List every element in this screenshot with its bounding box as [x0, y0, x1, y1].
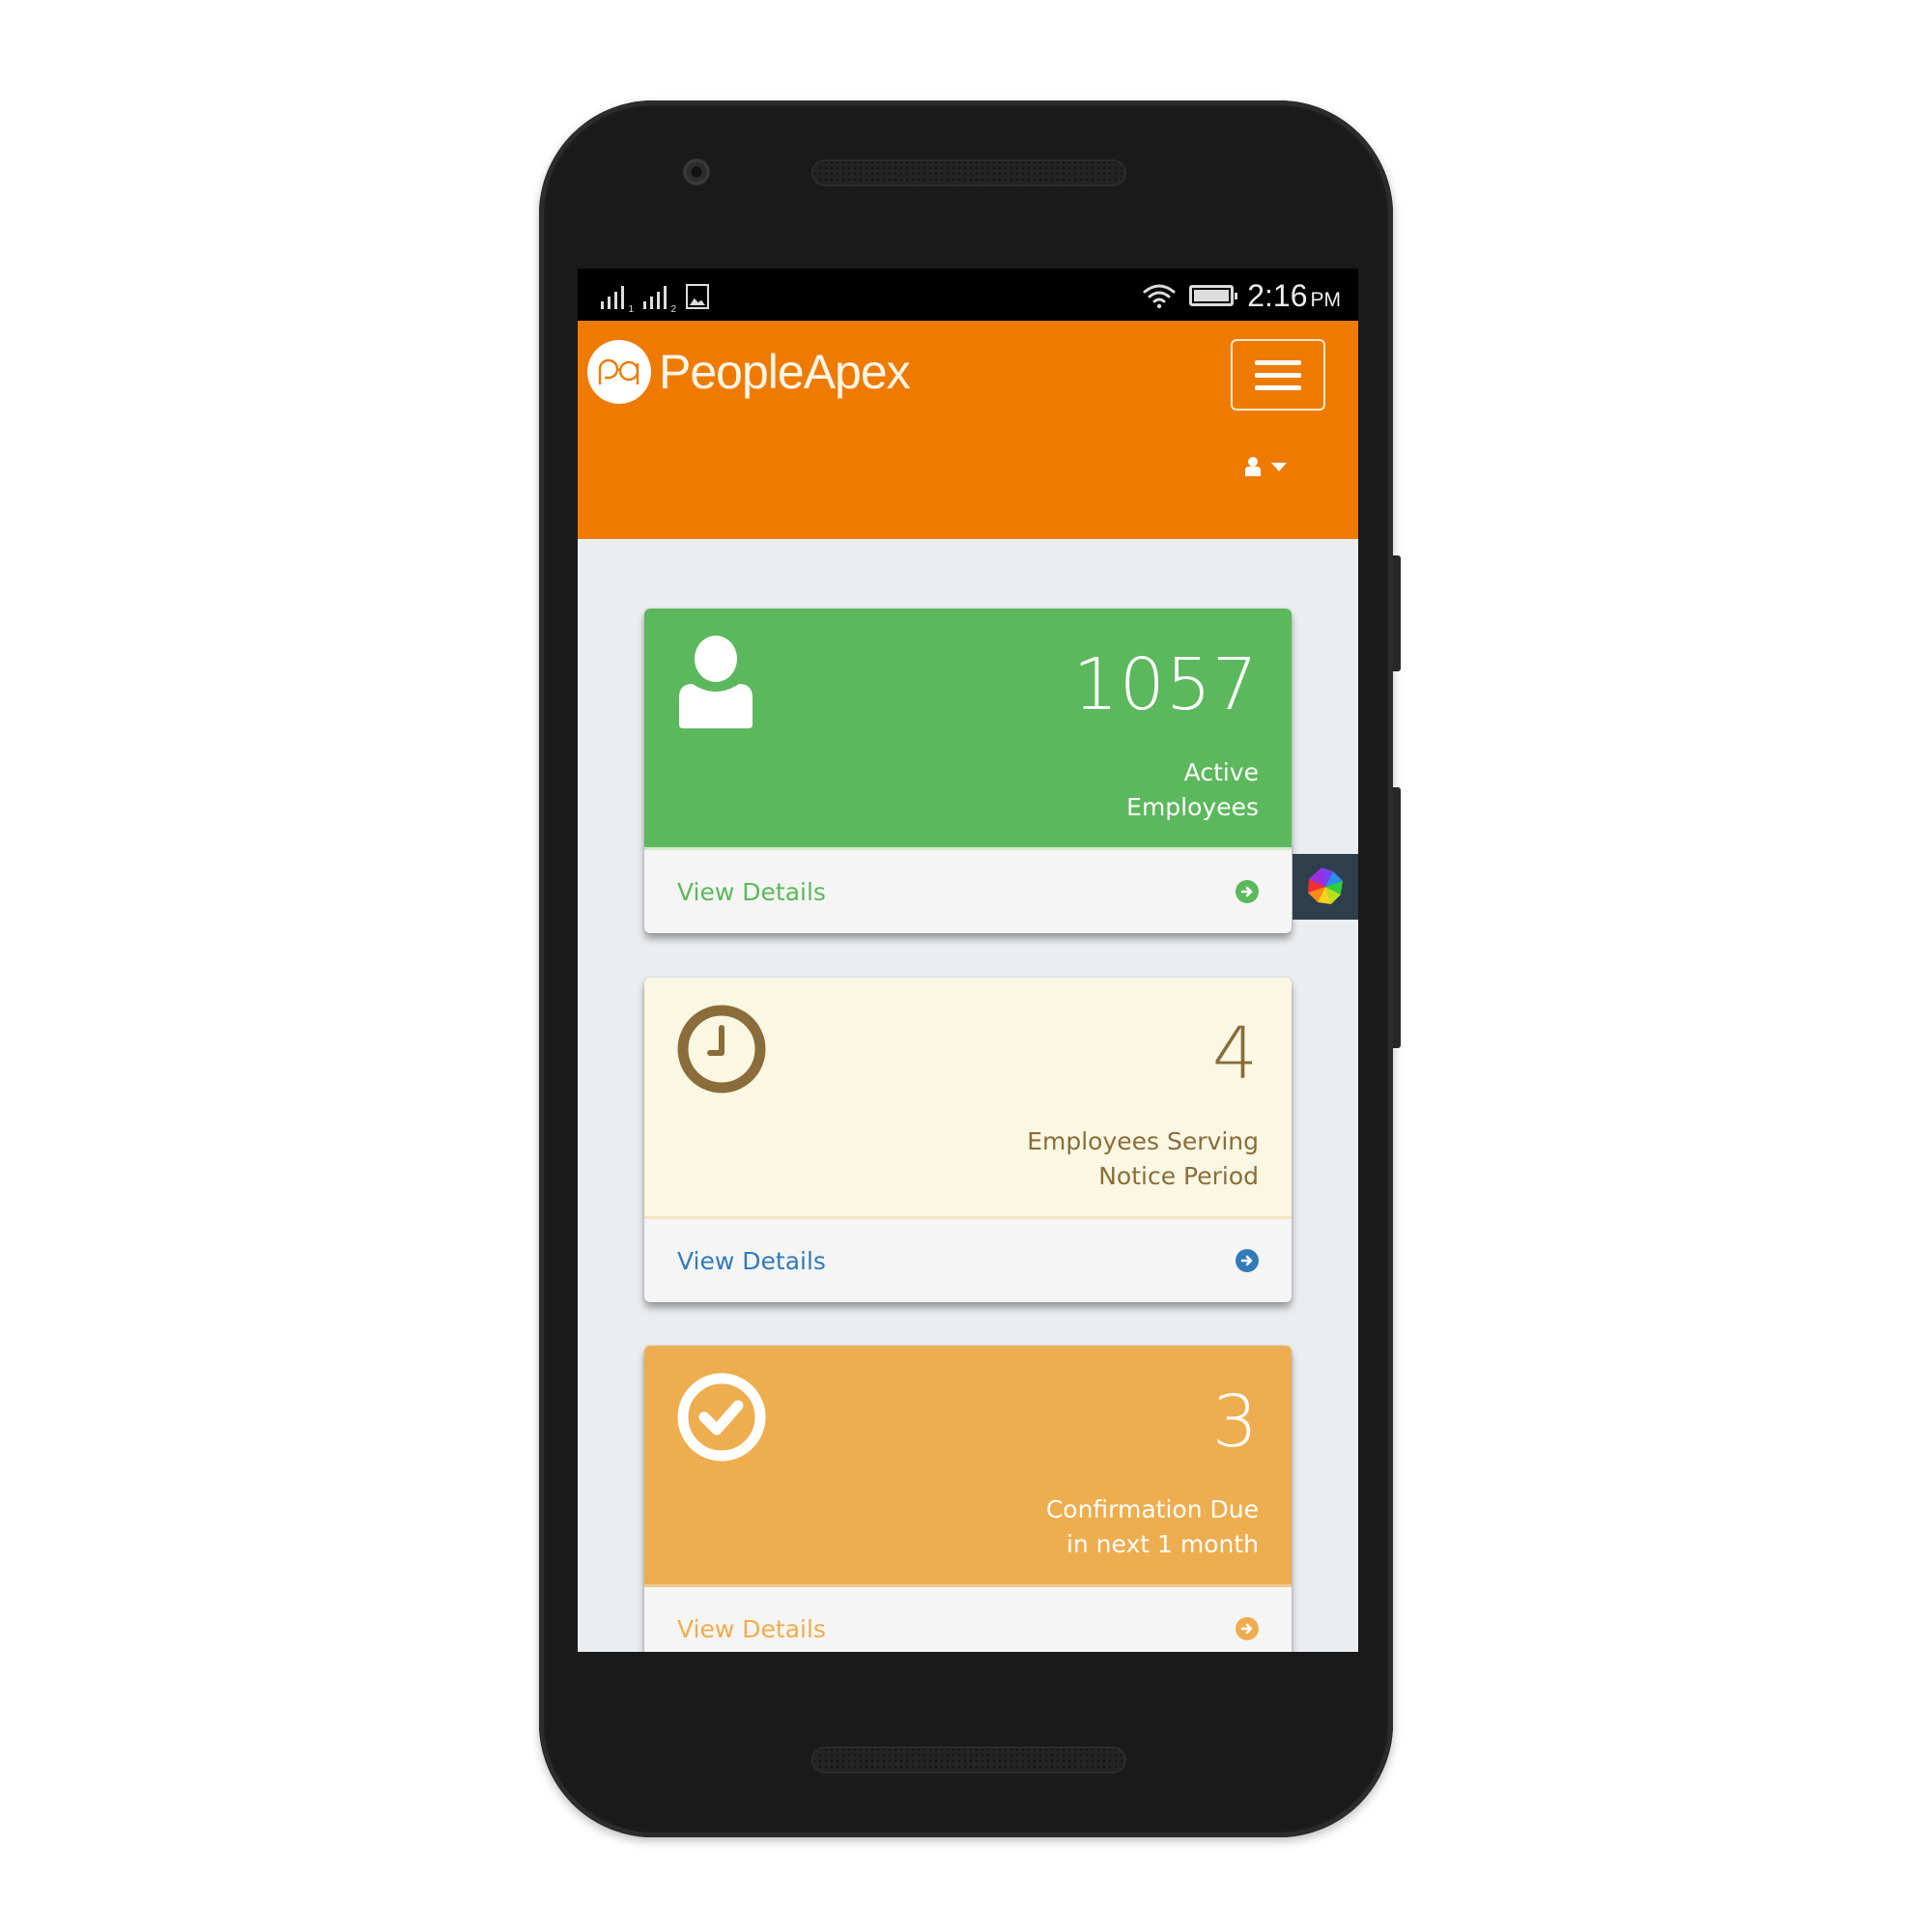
user-icon [679, 636, 753, 728]
card-label-line2: Employees [1126, 793, 1259, 821]
view-details-label: View Details [677, 1246, 826, 1275]
active-employees-count: 1057 [1072, 643, 1259, 726]
battery-icon [1189, 285, 1238, 306]
arrow-circle-right-icon [1236, 1617, 1259, 1640]
signal-sim2-icon: 2 [643, 286, 676, 315]
card-label-line1: Active [1183, 758, 1259, 786]
peopleapex-logo-icon [587, 340, 651, 404]
brand-link[interactable]: PeopleApex [587, 340, 911, 404]
arrow-circle-right-icon [1236, 1249, 1259, 1272]
sim2-label: 2 [670, 304, 676, 315]
arrow-circle-right-icon [1236, 880, 1259, 903]
front-camera [682, 157, 711, 186]
clock-ampm: PM [1310, 288, 1342, 311]
notice-period-card: 4 Employees Serving Notice Period View D… [644, 978, 1292, 1302]
view-details-label: View Details [677, 1614, 826, 1643]
colorful-pinwheel-icon [1308, 867, 1343, 904]
card-label-line2: Notice Period [1098, 1162, 1259, 1190]
card-label: Confirmation Due in next 1 month [1046, 1492, 1259, 1562]
card-label-line1: Employees Serving [1027, 1127, 1259, 1155]
confirmation-due-count: 3 [1211, 1380, 1259, 1463]
phone-screen: 1 2 2:16 PM PeopleApex 1057 Active Emplo… [578, 269, 1358, 1652]
card-label-line1: Confirmation Due [1045, 1495, 1259, 1523]
check-circle-icon [677, 1373, 766, 1462]
view-details-link[interactable]: View Details [644, 1219, 1292, 1302]
card-label: Active Employees [1126, 755, 1259, 825]
sim1-label: 1 [628, 304, 634, 315]
bottom-speaker [811, 1747, 1126, 1774]
view-details-link[interactable]: View Details [644, 850, 1292, 933]
caret-down-icon [1271, 462, 1287, 471]
active-employees-card: 1057 Active Employees View Details [644, 609, 1292, 933]
earpiece-speaker [811, 159, 1126, 186]
card-label-line2: in next 1 month [1065, 1530, 1259, 1558]
status-clock: 2:16 PM [1247, 278, 1341, 314]
status-bar: 1 2 2:16 PM [578, 269, 1358, 321]
menu-toggle-button[interactable] [1231, 339, 1325, 411]
notice-period-count: 4 [1211, 1012, 1259, 1095]
brand-name: PeopleApex [659, 345, 911, 399]
user-menu-dropdown[interactable] [1244, 456, 1287, 477]
clock-time: 2:16 [1247, 277, 1308, 313]
view-details-link[interactable]: View Details [644, 1587, 1292, 1652]
user-icon [1245, 457, 1261, 476]
gallery-notification-icon [686, 284, 709, 309]
confirmation-due-card: 3 Confirmation Due in next 1 month View … [644, 1346, 1292, 1652]
card-label: Employees Serving Notice Period [1027, 1124, 1259, 1194]
floating-widget-button[interactable] [1293, 854, 1358, 920]
signal-sim1-icon: 1 [601, 286, 634, 315]
wifi-icon [1143, 284, 1176, 309]
view-details-label: View Details [677, 877, 826, 906]
app-header: PeopleApex [578, 321, 1358, 539]
hamburger-icon [1255, 359, 1301, 365]
clock-icon [677, 1005, 766, 1094]
